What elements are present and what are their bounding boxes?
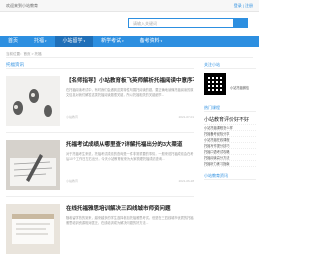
sidebar: 关注小站 小站托福微信 热门课程 小站教育评价好不好 小站托福课程怎么样 托福备考经…: [204, 60, 256, 180]
article-thumbnail[interactable]: [6, 76, 60, 126]
nav-item-label: 小站留学: [62, 38, 83, 44]
search-box[interactable]: 请输入关键词: [128, 18, 248, 28]
article-item[interactable]: 【名师指导】小站教育板飞英师解析托福阅读中意序不意影响 在托福阅读考试中，有时我…: [6, 69, 194, 133]
article-desc: 随着留学热的到来，越来越多的学生选择参加托福雅思考试，但是在三四线城市优质的托福…: [66, 216, 194, 225]
article-meta: 小站教育 2021-06-28: [66, 179, 194, 183]
article-date: 2021-07-01: [178, 115, 194, 119]
main-nav: 首页 托福 ▾ 小站留学 ▾ 新学考试 ▾ 备考资料 ▾: [0, 36, 259, 47]
article-item[interactable]: 托福考试成绩从哪里查?详解托福出分的3大渠道 对于托福考生来说，托福考试成绩的查…: [6, 133, 194, 197]
news-title: 小站教育资讯: [204, 171, 256, 180]
section-title: 托福资讯: [6, 60, 194, 69]
article-title[interactable]: 托福考试成绩从哪里查?详解托福出分的3大渠道: [66, 140, 194, 148]
article-source: 小站教育: [66, 179, 79, 183]
hot-list-item[interactable]: 托福听力练习指南: [204, 161, 256, 167]
welcome-text: 欢迎来到小站教育: [6, 3, 38, 8]
nav-item-label: 托福: [34, 38, 45, 44]
article-thumbnail[interactable]: [6, 204, 60, 254]
nav-item-0[interactable]: 首页: [0, 36, 26, 47]
article-desc: 对于托福考生来说，托福考试成绩的查询是一件非常重要的事情，一般来说托福成绩会在考…: [66, 152, 194, 161]
breadcrumb: 当前位置：首页 > 托福: [6, 50, 253, 58]
main-content: 托福资讯 【名师指导】小站教育板飞英师解析托福阅读中意序不意影响 在托福阅读考试…: [6, 60, 194, 259]
hot-list-item[interactable]: 小站教育评价好不好: [204, 116, 256, 125]
article-date: 2021-06-28: [178, 179, 194, 183]
qr-caption: 小站托福微信: [230, 86, 250, 90]
article-meta: 小站教育 2021-07-01: [66, 115, 194, 119]
chevron-down-icon: ▾: [83, 39, 86, 43]
follow-title: 关注小站: [204, 60, 256, 69]
header: 请输入关键词: [0, 12, 259, 36]
nav-item-label: 新学考试: [101, 38, 122, 44]
nav-item-label: 首页: [8, 38, 19, 44]
chevron-down-icon: ▾: [122, 39, 124, 43]
nav-item-3[interactable]: 新学考试 ▾: [93, 36, 132, 47]
nav-item-1[interactable]: 托福 ▾: [26, 36, 55, 47]
article-item[interactable]: 在线托福雅思培训解决三四线城市师资问题 随着留学热的到来，越来越多的学生选择参加…: [6, 197, 194, 259]
hot-list: 小站教育评价好不好 小站托福课程怎么样 托福备考经验分享 小站托福在线课程 托福写作提分…: [204, 116, 256, 167]
login-register-link[interactable]: 登录 | 注册: [234, 3, 253, 9]
article-desc: 在托福阅读考试中，有时我们会遇到这类特性句展托阅读的题，要正确地读懂托福阅读的原…: [66, 88, 194, 97]
nav-item-2[interactable]: 小站留学 ▾: [54, 36, 94, 47]
article-title[interactable]: 在线托福雅思培训解决三四线城市师资问题: [66, 204, 194, 212]
article-source: 小站教育: [66, 115, 79, 119]
qr-code-icon: [204, 73, 226, 95]
nav-item-4[interactable]: 备考资料 ▾: [132, 36, 171, 47]
top-bar: 欢迎来到小站教育 登录 | 注册: [0, 0, 259, 12]
chevron-down-icon: ▾: [160, 39, 163, 43]
article-title[interactable]: 【名师指导】小站教育板飞英师解析托福阅读中意序不意影响: [66, 76, 194, 84]
chevron-down-icon: ▾: [45, 39, 47, 43]
search-button[interactable]: [233, 19, 247, 27]
nav-items: 首页 托福 ▾ 小站留学 ▾ 新学考试 ▾ 备考资料 ▾: [0, 36, 170, 47]
search-input[interactable]: 请输入关键词: [133, 21, 157, 27]
article-thumbnail[interactable]: [6, 140, 60, 190]
nav-item-label: 备考资料: [139, 38, 160, 44]
hot-courses-title: 热门课程: [204, 103, 256, 112]
